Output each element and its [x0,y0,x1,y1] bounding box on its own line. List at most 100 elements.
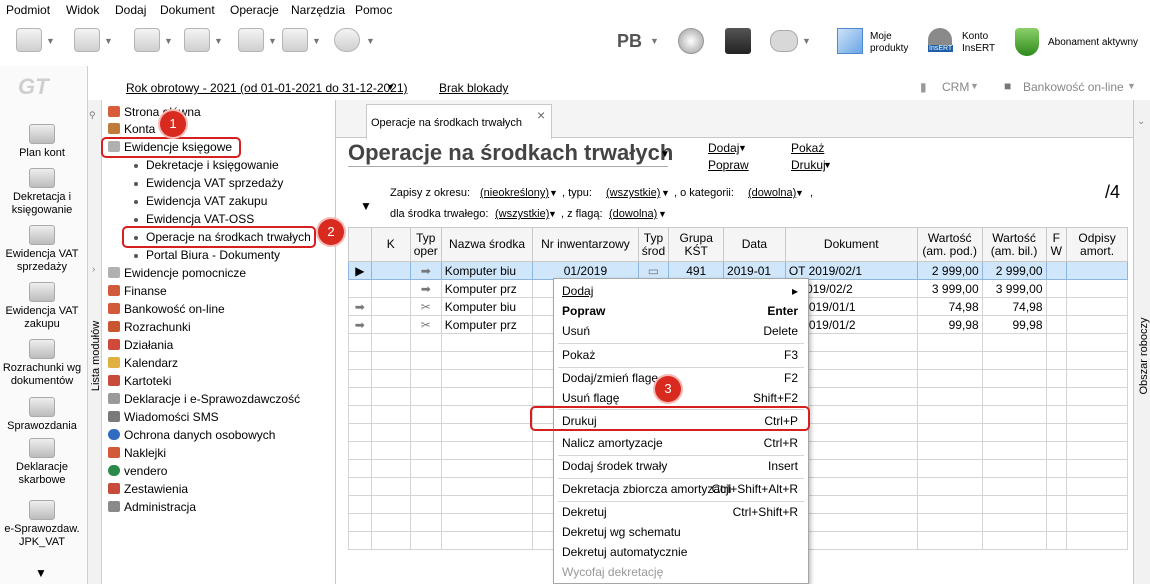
nav-vendero[interactable]: vendero [108,464,167,478]
eraser-icon[interactable] [184,28,210,52]
table-row[interactable]: ▶ ➡ Komputer biu01/2019 ▭ 4912019-01 OT … [349,262,1128,280]
chevron-down-icon[interactable]: ▼ [658,209,667,219]
column-header[interactable]: Grupa KŚT [669,228,724,262]
menu-dodaj[interactable]: Dodaj [115,3,146,17]
chevron-down-icon[interactable]: ▼ [802,36,811,46]
tab-operacje[interactable]: Operacje na środkach trwałych × [366,104,552,139]
nav-deklaracje[interactable]: Deklaracje i e-Sprawozdawczość [108,392,300,406]
pb-logo[interactable]: PB [617,31,642,52]
column-header[interactable]: K [371,228,410,262]
tools-icon[interactable] [238,28,264,52]
ctx-nalicz[interactable]: Nalicz amortyzacjeCtrl+R [562,433,802,453]
forward-icon[interactable] [74,28,100,52]
chevron-down-icon[interactable]: ▼ [268,36,277,46]
ctx-usun-flage[interactable]: Usuń flagęShift+F2 [562,388,802,408]
moje-produkty-label[interactable]: Moje produkty [870,31,920,55]
filter-srodek[interactable]: (wszystkie) [495,208,549,220]
shortcut-jpk-vat[interactable]: e-Sprawozdaw. JPK_VAT [0,500,84,549]
shortcut-sprawozdania[interactable]: Sprawozdania [0,397,84,433]
chevron-down-icon[interactable]: ▼ [660,149,670,160]
chevron-down-icon[interactable]: ▼ [738,143,747,153]
nav-konta[interactable]: Konta [108,122,155,136]
workarea-strip[interactable]: Obszar roboczy ⌄ [1133,100,1150,584]
box-icon[interactable] [725,28,751,54]
chevron-down-icon[interactable]: ▼ [823,160,832,170]
menu-dokument[interactable]: Dokument [160,3,215,17]
ctx-dodaj-srodek[interactable]: Dodaj środek trwałyInsert [562,456,802,476]
crm-button[interactable]: CRM [942,80,969,94]
shortcut-vat-zakupu[interactable]: Ewidencja VAT zakupu [0,282,84,331]
column-header[interactable]: Wartość (am. pod.) [917,228,982,262]
chevron-down-icon[interactable]: ▼ [46,36,55,46]
nav-finanse[interactable]: Finanse [108,284,167,298]
column-header[interactable]: Data [724,228,786,262]
filter-kat[interactable]: (dowolna) [748,187,796,199]
shortcut-vat-sprzedazy[interactable]: Ewidencja VAT sprzedaży [0,225,84,274]
nav-ewidencje-pomocnicze[interactable]: Ewidencje pomocnicze [108,266,246,280]
ctx-dekretuj[interactable]: DekretujCtrl+Shift+R [562,502,802,522]
menu-podmiot[interactable]: Podmiot [6,3,50,17]
action-popraw[interactable]: Popraw [708,158,749,172]
filter-okres[interactable]: (nieokreślony) [480,187,549,199]
chevron-down-icon[interactable]: ▼ [661,188,670,198]
back-icon[interactable] [16,28,42,52]
chevron-down-icon[interactable]: ▼ [548,209,557,219]
nav-rozrachunki[interactable]: Rozrachunki [108,320,191,334]
shortcut-dekretacja[interactable]: Dekretacja i księgowanie [0,168,84,217]
chevron-down-icon[interactable]: ▼ [366,36,375,46]
nav-ochrona-danych[interactable]: Ochrona danych osobowych [108,428,275,442]
ctx-dekretacja-zbiorcza[interactable]: Dekretacja zbiorcza amortyzacjiCtrl+Shif… [562,479,802,499]
chevron-down-icon[interactable]: ▼ [164,36,173,46]
module-list-strip[interactable]: ⚲ Lista modułów [88,100,102,584]
nav-bankowosc[interactable]: Bankowość on-line [108,302,225,316]
chevron-down-icon[interactable]: ▼ [214,36,223,46]
menu-narzedzia[interactable]: Narzędzia [291,3,345,17]
nav-portal-biura[interactable]: Portal Biura - Dokumenty [146,248,280,262]
column-header[interactable]: Dokument [785,228,917,262]
chevron-down-icon[interactable]: ▼ [795,188,804,198]
cloud-icon[interactable] [770,30,798,52]
nav-dzialania[interactable]: Działania [108,338,173,352]
menu-widok[interactable]: Widok [66,3,99,17]
menu-operacje[interactable]: Operacje [230,3,279,17]
action-pokaz[interactable]: Pokaż [791,141,824,155]
nav-strona-glowna[interactable]: Strona główna [108,105,201,119]
ctx-usun[interactable]: UsuńDelete [562,321,802,341]
ctx-dodaj[interactable]: Dodaj▸ [562,281,802,301]
chevron-down-icon[interactable]: ▼ [549,188,558,198]
close-icon[interactable]: × [537,107,545,123]
ctx-dekretuj-schemat[interactable]: Dekretuj wg schematu [562,522,802,542]
shortcut-plan-kont[interactable]: Plan kont [0,124,84,160]
pin-icon[interactable]: ⚲ [89,110,96,121]
filter-flaga[interactable]: (dowolna) [609,208,657,220]
konto-insert-line2[interactable]: InsERT [962,43,995,55]
stamp-icon[interactable] [134,28,160,52]
collapse-filter-icon[interactable]: ▼ [360,199,372,213]
ctx-popraw[interactable]: PoprawEnter [562,301,802,321]
column-header[interactable]: Nazwa środka [441,228,533,262]
nav-kalendarz[interactable]: Kalendarz [108,356,178,370]
nav-vat-oss[interactable]: Ewidencja VAT-OSS [146,212,254,226]
chevron-down-icon[interactable]: ▼ [104,36,113,46]
action-drukuj[interactable]: Drukuj [791,158,826,172]
chevron-right-icon[interactable]: › [92,264,95,275]
column-header[interactable]: Typ oper [410,228,441,262]
ctx-pokaz[interactable]: PokażF3 [562,345,802,365]
bankowosc-button[interactable]: Bankowość on-line [1023,80,1124,94]
nav-sms[interactable]: Wiadomości SMS [108,410,219,424]
globe-icon[interactable] [678,28,704,54]
shield-check-icon[interactable] [1015,28,1039,56]
chevron-down-icon[interactable]: ▼ [1127,81,1136,91]
shortcut-rozrachunki[interactable]: Rozrachunki wg dokumentów [0,339,84,388]
abonament-label[interactable]: Abonament aktywny [1048,37,1138,49]
lock-status[interactable]: Brak blokady [439,81,508,95]
scroll-down-icon[interactable]: ▼ [35,566,47,580]
ctx-dodaj-flage[interactable]: Dodaj/zmień flagęF2 [562,368,802,388]
nav-zestawienia[interactable]: Zestawienia [108,482,188,496]
nav-naklejki[interactable]: Naklejki [108,446,166,460]
printer-icon[interactable] [282,28,308,52]
fiscal-year-selector[interactable]: Rok obrotowy - 2021 (od 01-01-2021 do 31… [126,81,408,95]
column-header[interactable]: Odpisy amort. [1067,228,1128,262]
chevron-down-icon[interactable]: ⌄ [1137,116,1145,127]
chevron-down-icon[interactable]: ▼ [312,36,321,46]
